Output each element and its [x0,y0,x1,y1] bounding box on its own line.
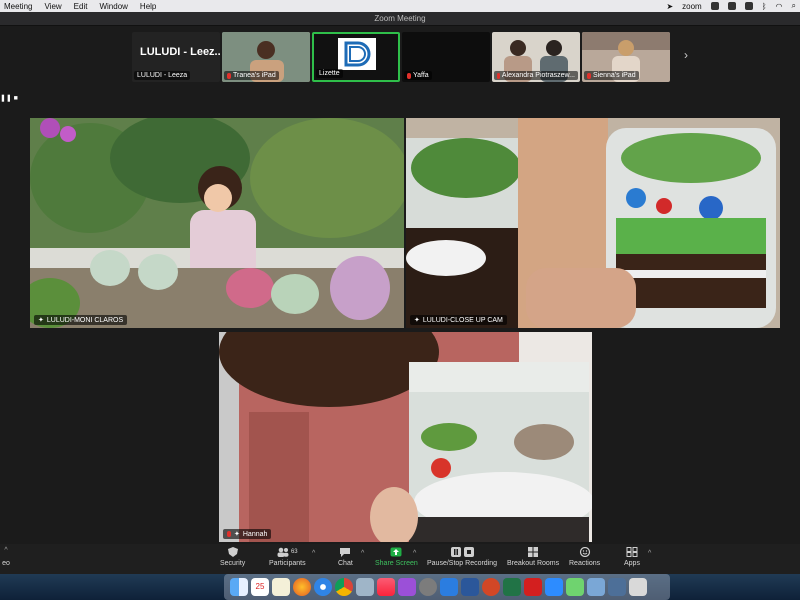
participant-label: Sienna's iPad [584,71,639,80]
participant-label: ✦ Hannah [223,529,272,539]
pause-icon [450,547,461,557]
notes-icon[interactable] [272,578,290,596]
chat-caret-icon[interactable]: ^ [361,550,364,557]
zoom-menu-extra[interactable]: zoom [682,2,702,11]
system-preferences-icon[interactable] [419,578,437,596]
mic-muted-icon [407,72,411,79]
mic-muted-icon [227,531,231,537]
share-screen-icon [390,547,402,557]
meeting-toolbar: ^ eo Security 63 Participants ^ Chat ^ S… [0,544,800,574]
chat-icon [340,548,351,557]
powerpoint-icon[interactable] [482,578,500,596]
participants-count: 63 [290,549,298,555]
menu-window[interactable]: Window [99,2,127,11]
record-button[interactable]: Pause/Stop Recording [427,547,497,567]
participant-thumb-tranea[interactable]: Tranea's iPad [222,32,310,82]
tray-icon[interactable] [710,2,719,10]
participant-name-large: LULUDI - Leez... [140,46,220,58]
share-caret-icon[interactable]: ^ [413,550,416,557]
meeting-area: LULUDI - Leez... LULUDI - Leeza Tranea's… [0,26,800,544]
finder-icon[interactable] [230,578,248,596]
preview-icon[interactable] [356,578,374,596]
safari-icon[interactable] [314,578,332,596]
airplay-icon[interactable] [727,2,736,10]
video-button[interactable]: ^ eo [0,547,12,567]
participants-button[interactable]: 63 Participants [269,547,306,567]
location-icon[interactable]: ➤ [666,2,673,11]
video-tile-closeup[interactable]: ✦ LULUDI-CLOSE UP CAM [406,118,780,328]
pin-icon: ✦ [414,317,420,324]
caret-up-icon: ^ [4,547,8,554]
apps-caret-icon[interactable]: ^ [648,550,651,557]
video-feed [30,118,404,328]
trash-icon[interactable] [629,578,647,596]
podcasts-icon[interactable] [398,578,416,596]
participant-label: Yaffa [404,71,432,80]
menu-help[interactable]: Help [140,2,156,11]
breakout-rooms-icon [528,547,539,557]
apps-button[interactable]: Apps [624,547,640,567]
participant-label: LULUDI - Leeza [134,71,191,80]
mic-muted-icon [227,72,231,79]
participant-label: Alexandra Piotraszew... [494,71,578,80]
breakout-rooms-button[interactable]: Breakout Rooms [507,547,559,567]
pin-icon: ✦ [38,317,44,324]
folder-icon[interactable] [587,578,605,596]
stop-icon [463,547,474,557]
participants-caret-icon[interactable]: ^ [312,550,315,557]
shield-icon [227,547,238,557]
calendar-icon[interactable]: 25 [251,578,269,596]
menu-app[interactable]: Meeting [4,2,32,11]
participants-icon [277,547,289,557]
apps-icon [626,547,638,557]
pin-icon: ✦ [234,531,240,538]
participant-thumb-alexandra[interactable]: Alexandra Piotraszew... [492,32,580,82]
mac-dock: 25 [224,574,670,600]
acrobat-icon[interactable] [524,578,542,596]
time-machine-icon[interactable] [744,2,753,10]
video-tile-moni[interactable]: ✦ LULUDI-MONI CLAROS [30,118,404,328]
zoom-icon[interactable] [545,578,563,596]
excel-icon[interactable] [503,578,521,596]
bluetooth-icon[interactable]: ᛒ [762,2,767,11]
participant-label: Tranea's iPad [224,71,279,80]
participant-label: ✦ LULUDI-MONI CLAROS [34,315,128,325]
window-title: Zoom Meeting [0,12,800,26]
filmstrip-next-icon[interactable]: › [684,48,688,62]
participant-thumb-leeza[interactable]: LULUDI - Leez... LULUDI - Leeza [132,32,220,82]
video-feed [406,118,780,328]
mic-muted-icon [587,72,591,79]
messages-icon[interactable] [566,578,584,596]
filmstrip: LULUDI - Leez... LULUDI - Leeza Tranea's… [132,32,670,82]
chat-button[interactable]: Chat [338,547,353,567]
participant-label: ✦ LULUDI-CLOSE UP CAM [410,315,507,325]
participant-thumb-yaffa[interactable]: Yaffa [402,32,490,82]
view-toggle-icon[interactable]: ❚❚ ■ [0,94,18,102]
downloads-icon[interactable] [608,578,626,596]
menu-extras: ➤ zoom ᛒ ◠ ⌕ [666,1,796,11]
menu-view[interactable]: View [44,2,61,11]
wifi-icon[interactable]: ◠ [776,2,783,11]
video-tile-hannah[interactable]: ✦ Hannah [219,332,592,542]
participant-thumb-sienna[interactable]: Sienna's iPad [582,32,670,82]
video-feed [219,332,592,542]
keynote-icon[interactable] [440,578,458,596]
chrome-icon[interactable] [335,578,353,596]
music-icon[interactable] [377,578,395,596]
smiley-icon [579,547,590,557]
menu-edit[interactable]: Edit [74,2,88,11]
word-icon[interactable] [461,578,479,596]
zoom-meeting-screen: Meeting View Edit Window Help ➤ zoom ᛒ ◠… [0,0,800,600]
participant-label: Lizette [316,69,343,78]
share-screen-button[interactable]: Share Screen [375,547,418,567]
mic-muted-icon [497,72,500,79]
participant-thumb-lizette[interactable]: Lizette [312,32,400,82]
search-icon[interactable]: ⌕ [792,1,796,11]
firefox-icon[interactable] [293,578,311,596]
security-button[interactable]: Security [220,547,245,567]
reactions-button[interactable]: Reactions [569,547,600,567]
mac-menu-bar: Meeting View Edit Window Help ➤ zoom ᛒ ◠… [0,0,800,12]
